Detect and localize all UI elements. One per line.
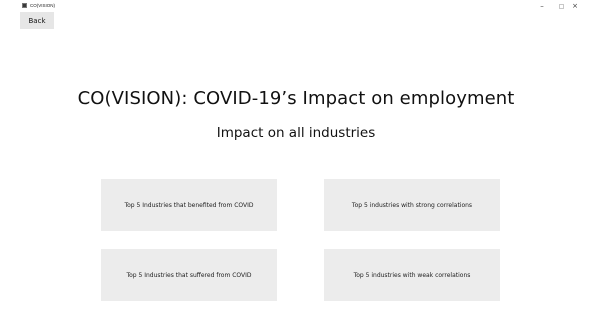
page-title: CO(VISION): COVID-19’s Impact on employm… xyxy=(77,88,515,109)
top5-suffered-button[interactable]: Top 5 Industries that suffered from COVI… xyxy=(101,249,277,301)
app-icon xyxy=(22,3,27,8)
close-button[interactable]: × xyxy=(566,0,584,12)
title-bar: CO(VISION) – × xyxy=(0,0,592,12)
maximize-icon xyxy=(558,3,564,9)
window-title: CO(VISION) xyxy=(30,3,56,8)
app-window: CO(VISION) – × Back CO(VISION): COVID-19… xyxy=(0,0,592,335)
top5-strong-correlation-button[interactable]: Top 5 industries with strong correlation… xyxy=(324,179,500,231)
top5-weak-correlation-button[interactable]: Top 5 industries with weak correlations xyxy=(324,249,500,301)
top5-benefited-button[interactable]: Top 5 Industries that benefited from COV… xyxy=(101,179,277,231)
back-button[interactable]: Back xyxy=(20,12,54,29)
minimize-button[interactable]: – xyxy=(533,0,551,12)
page-subtitle: Impact on all industries xyxy=(216,125,376,141)
